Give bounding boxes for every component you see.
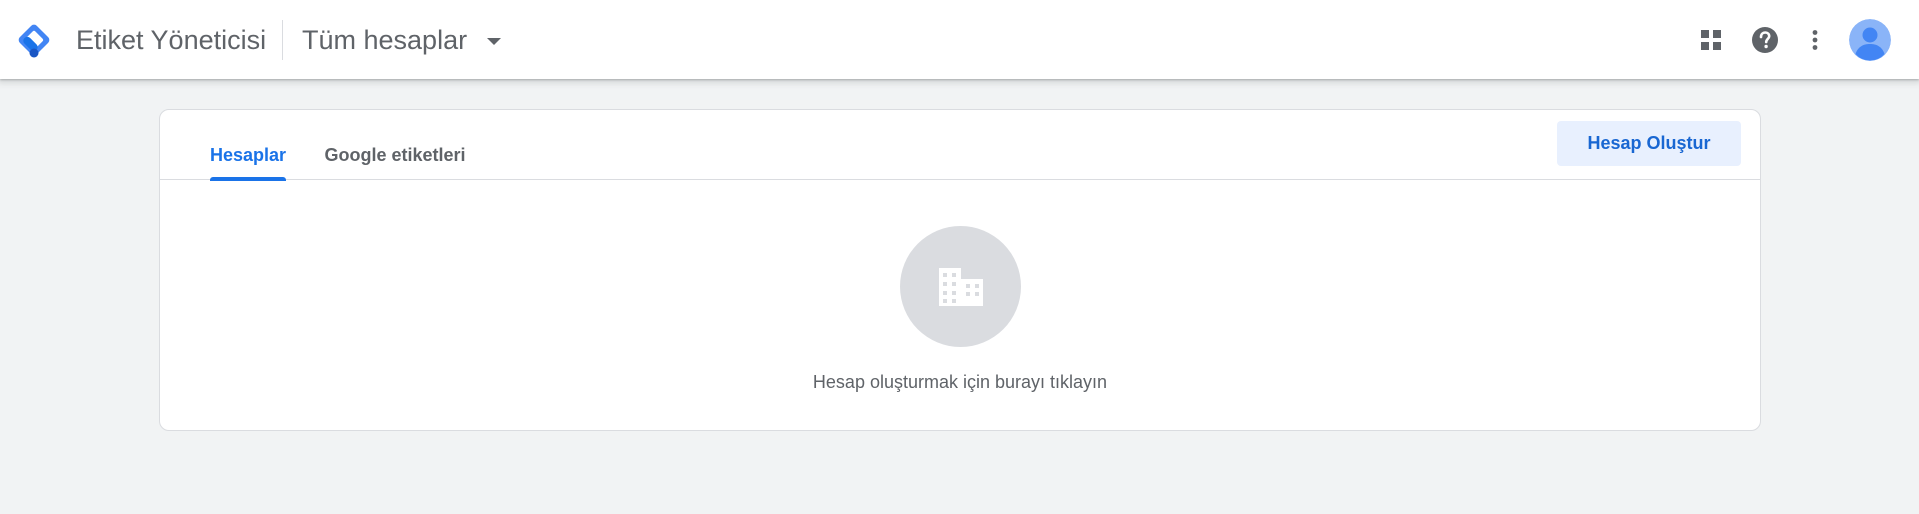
create-account-button[interactable]: Hesap Oluştur: [1557, 121, 1741, 166]
help-icon[interactable]: [1745, 20, 1785, 60]
tabs-bar: Hesaplar Google etiketleri Hesap Oluştur: [160, 110, 1760, 181]
tab-google-tags-label: Google etiketleri: [324, 144, 466, 165]
building-icon: [938, 267, 983, 306]
product-name: Etiket Yöneticisi: [76, 25, 267, 55]
account-picker-label: Tüm hesaplar: [302, 24, 468, 55]
accounts-card: Hesaplar Google etiketleri Hesap Oluştur: [159, 109, 1761, 431]
account-picker[interactable]: Tüm hesaplar: [302, 20, 502, 60]
header-divider: [282, 20, 283, 60]
tab-google-tags[interactable]: Google etiketleri: [324, 110, 466, 180]
tab-accounts[interactable]: Hesaplar: [209, 110, 287, 181]
tag-manager-logo-icon[interactable]: [14, 20, 54, 60]
more-vert-icon[interactable]: [1795, 20, 1835, 60]
top-app-bar: Etiket Yöneticisi Tüm hesaplar: [0, 0, 1919, 79]
empty-state[interactable]: Hesap oluşturmak için burayı tıklayın: [160, 180, 1760, 432]
caret-down-icon: [487, 37, 502, 45]
empty-state-message: Hesap oluşturmak için burayı tıklayın: [812, 372, 1108, 392]
tab-accounts-label: Hesaplar: [209, 144, 287, 165]
apps-grid-icon[interactable]: [1691, 20, 1731, 60]
empty-state-circle: [900, 226, 1021, 347]
account-avatar-icon[interactable]: [1849, 19, 1891, 61]
